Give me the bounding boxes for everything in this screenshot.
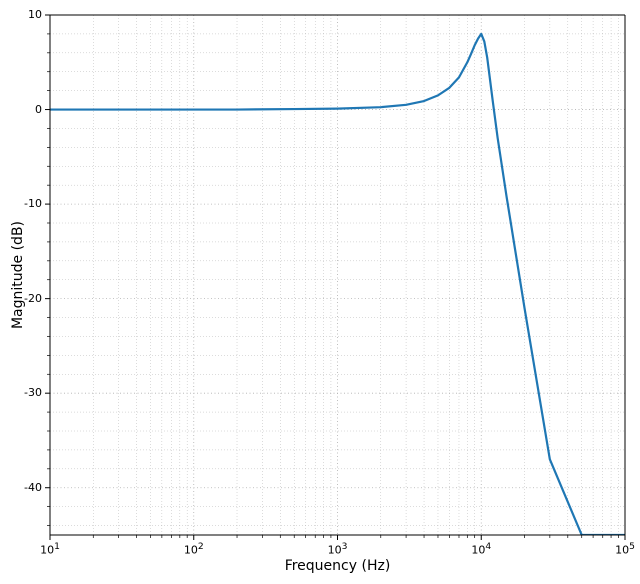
x-axis-label-text: Frequency (Hz)	[285, 558, 391, 574]
plot-svg	[50, 15, 625, 535]
x-axis-label: Frequency (Hz)	[50, 558, 625, 574]
y-axis-label: Magnitude (dB)	[8, 15, 28, 535]
x-tick-label: 101	[36, 541, 64, 557]
x-tick-label: 102	[180, 541, 208, 557]
x-tick-label: 103	[324, 541, 352, 557]
figure: 101102103104105 -40-30-20-10010 Frequenc…	[0, 0, 640, 584]
x-tick-label: 104	[467, 541, 495, 557]
x-tick-label: 105	[611, 541, 639, 557]
plot-axes	[50, 15, 625, 535]
y-axis-label-text: Magnitude (dB)	[10, 221, 26, 329]
